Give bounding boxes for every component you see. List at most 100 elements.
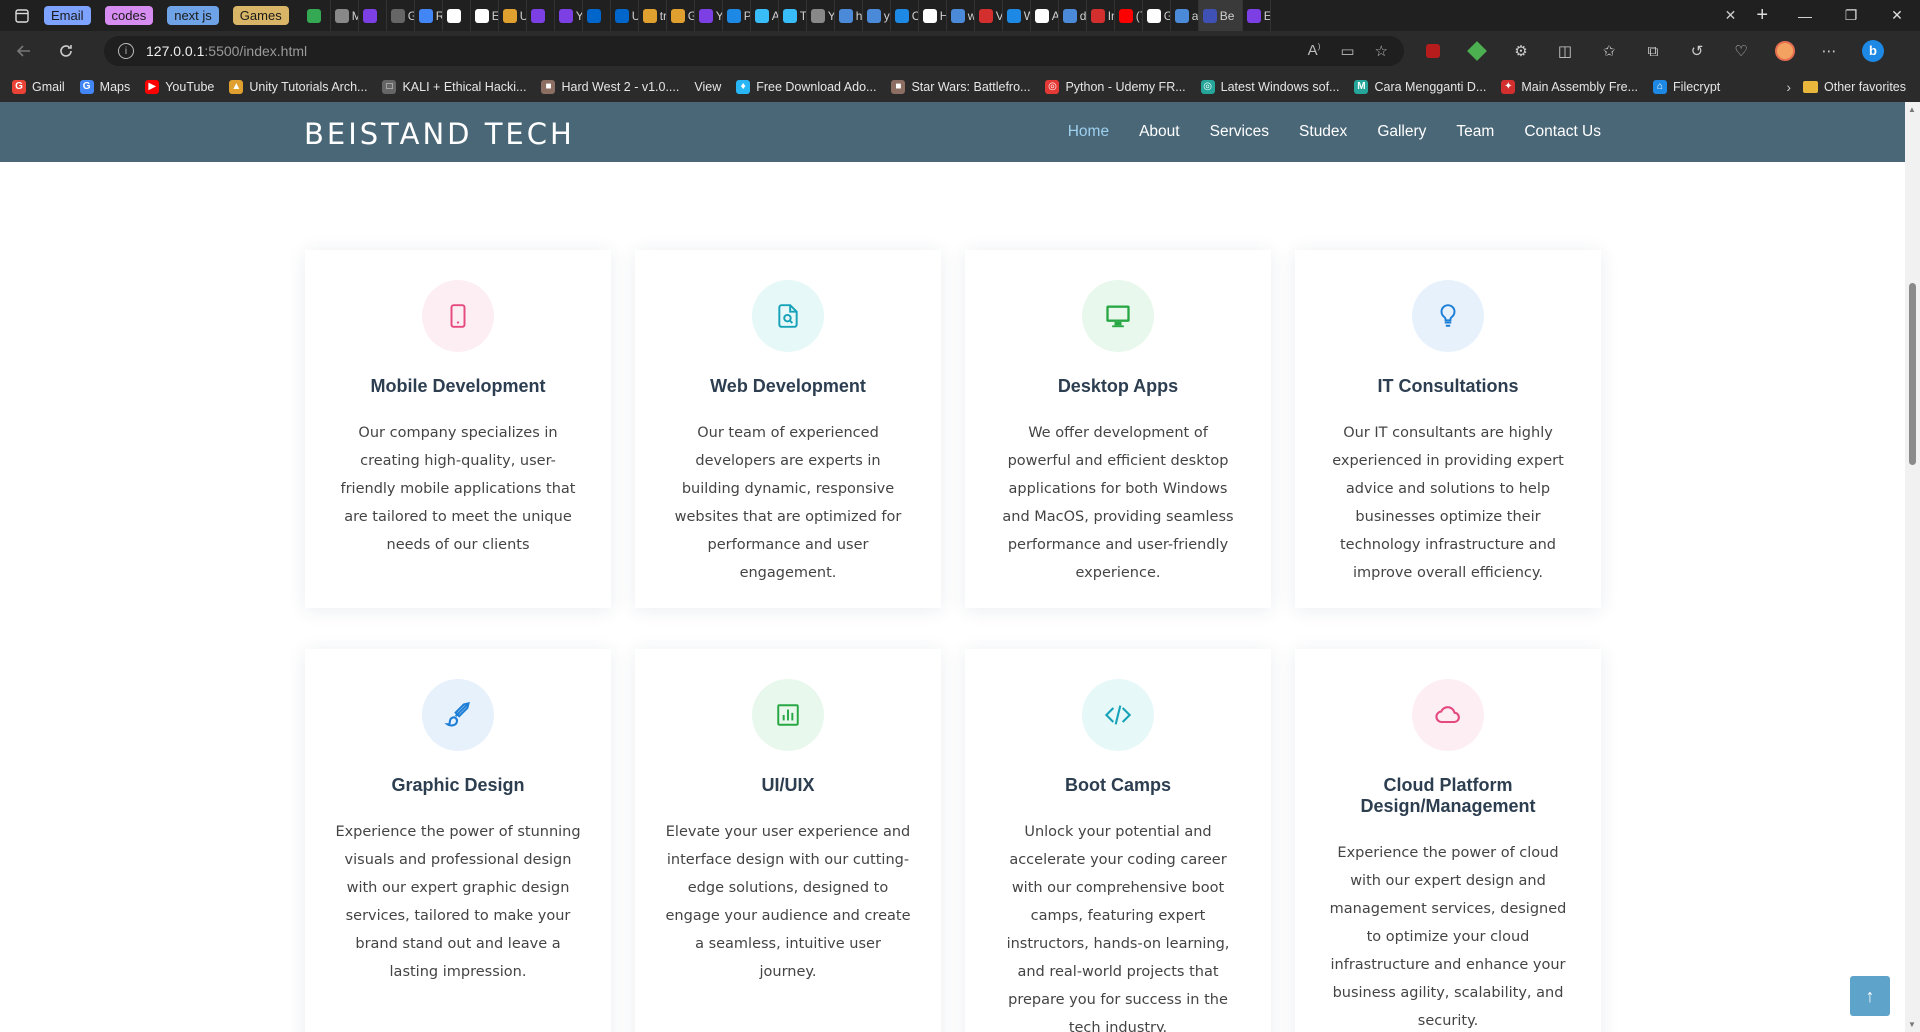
browser-tab[interactable]: (7 — [1115, 0, 1143, 31]
restore-button[interactable]: ❐ — [1828, 0, 1874, 31]
browser-tab[interactable]: hc — [835, 0, 863, 31]
collections-icon[interactable]: ⧉ — [1638, 36, 1668, 66]
browser-tab[interactable]: wi — [947, 0, 975, 31]
performance-heart-icon[interactable]: ♡ — [1726, 36, 1756, 66]
more-menu-icon[interactable]: ⋯ — [1814, 36, 1844, 66]
extension-icon[interactable] — [1462, 36, 1492, 66]
url-host: 127.0.0.1 — [146, 43, 205, 59]
browser-tab[interactable]: H — [919, 0, 947, 31]
scroll-to-top-button[interactable]: ↑ — [1850, 976, 1890, 1016]
nav-link-contact-us[interactable]: Contact Us — [1524, 123, 1601, 141]
refresh-button[interactable] — [48, 33, 84, 69]
tab-title: In — [1107, 8, 1114, 23]
bookmark-item[interactable]: ⌂ Filecrypt — [1653, 79, 1720, 94]
browser-tab[interactable]: W — [1003, 0, 1031, 31]
bookmarks-overflow-icon[interactable]: › — [1786, 79, 1791, 95]
browser-tab[interactable]: yc — [863, 0, 891, 31]
bookmark-favicon: ◎ — [1200, 79, 1215, 94]
bookmark-item[interactable]: ♦ Free Download Ado... — [736, 79, 876, 94]
copilot-icon[interactable]: b — [1858, 36, 1888, 66]
tab-group-games[interactable]: Games — [232, 6, 289, 25]
browser-tab[interactable]: Re — [415, 0, 443, 31]
nav-link-about[interactable]: About — [1139, 123, 1180, 141]
browser-tab[interactable]: Yc — [695, 0, 723, 31]
browser-tab[interactable]: V — [975, 0, 1003, 31]
bookmark-label: Star Wars: Battlefro... — [911, 79, 1031, 94]
bookmark-item[interactable]: ■ Hard West 2 - v1.0.... — [541, 79, 679, 94]
bookmark-item[interactable]: M Cara Mengganti D... — [1354, 79, 1486, 94]
browser-tab[interactable]: Pr — [723, 0, 751, 31]
browser-tab[interactable]: In — [1087, 0, 1115, 31]
back-button[interactable] — [6, 33, 42, 69]
profile-avatar[interactable] — [1770, 36, 1800, 66]
tab-group-email[interactable]: Email — [44, 6, 91, 25]
browser-tab[interactable]: Yc — [555, 0, 583, 31]
favorite-star-icon[interactable]: ☆ — [1375, 42, 1388, 60]
browser-tab[interactable]: UI — [611, 0, 639, 31]
tab-group-next-js[interactable]: next js — [167, 6, 219, 25]
ublock-extension-icon[interactable] — [1418, 36, 1448, 66]
close-window-button[interactable]: ✕ — [1874, 0, 1920, 31]
url-field[interactable]: i 127.0.0.1:5500/index.html A) ▭ ☆ — [104, 36, 1404, 66]
browser-tab[interactable]: Er — [1243, 0, 1271, 31]
scrollbar-thumb[interactable] — [1909, 283, 1916, 465]
nav-link-studex[interactable]: Studex — [1299, 123, 1347, 141]
minimize-button[interactable]: — — [1782, 0, 1828, 31]
scroll-up-icon[interactable]: ▲ — [1908, 105, 1916, 114]
immersive-reader-icon[interactable]: ▭ — [1340, 42, 1354, 60]
scroll-down-icon[interactable]: ▼ — [1908, 1020, 1916, 1029]
bookmark-item[interactable]: ◎ Python - Udemy FR... — [1045, 79, 1186, 94]
browser-tab[interactable] — [527, 0, 555, 31]
bookmark-item[interactable]: ▲ Unity Tutorials Arch... — [229, 79, 367, 94]
browser-tab[interactable] — [359, 0, 387, 31]
history-icon[interactable]: ↺ — [1682, 36, 1712, 66]
new-tab-button[interactable]: + — [1742, 4, 1782, 27]
tab-actions-icon[interactable] — [0, 0, 44, 31]
browser-tab[interactable]: YC — [807, 0, 835, 31]
split-screen-icon[interactable]: ◫ — [1550, 36, 1580, 66]
site-info-icon[interactable]: i — [118, 43, 134, 59]
tab-title: Yc — [716, 9, 722, 23]
other-favorites-folder[interactable]: Other favorites — [1803, 80, 1906, 94]
bookmark-item[interactable]: View — [694, 80, 721, 94]
site-logo[interactable]: BEISTAND TECH — [304, 117, 575, 151]
read-aloud-icon[interactable]: A) — [1308, 42, 1321, 60]
bookmark-item[interactable]: G Maps — [79, 79, 130, 94]
nav-link-home[interactable]: Home — [1068, 123, 1109, 141]
browser-tab[interactable]: Tr — [779, 0, 807, 31]
tab-group-codes[interactable]: codes — [104, 6, 154, 25]
nav-link-gallery[interactable]: Gallery — [1377, 123, 1426, 141]
nav-link-services[interactable]: Services — [1210, 123, 1269, 141]
close-tab-icon[interactable]: ✕ — [1719, 7, 1743, 24]
bookmark-item[interactable]: □ KALI + Ethical Hacki... — [382, 79, 526, 94]
bookmark-item[interactable]: ■ Star Wars: Battlefro... — [891, 79, 1031, 94]
browser-tab[interactable]: ac — [1171, 0, 1199, 31]
tab-favicon — [306, 8, 321, 23]
extensions-puzzle-icon[interactable]: ⚙ — [1506, 36, 1536, 66]
browser-tab[interactable]: Gi — [387, 0, 415, 31]
browser-tab[interactable]: Gi — [667, 0, 695, 31]
services-grid: Mobile Development Our company specializ… — [305, 250, 1601, 1032]
favorites-icon[interactable]: ✩ — [1594, 36, 1624, 66]
page-scrollbar[interactable]: ▲ ▼ — [1905, 102, 1920, 1032]
tab-favicon — [1202, 8, 1217, 23]
browser-tab[interactable] — [443, 0, 471, 31]
bookmark-item[interactable]: G Gmail — [12, 79, 65, 94]
browser-tab[interactable]: Be — [1198, 0, 1243, 31]
browser-tab[interactable]: da — [1059, 0, 1087, 31]
browser-tab[interactable]: G — [1143, 0, 1171, 31]
bookmark-item[interactable]: ◎ Latest Windows sof... — [1200, 79, 1339, 94]
bookmark-item[interactable]: ✦ Main Assembly Fre... — [1501, 79, 1638, 94]
browser-tab[interactable] — [303, 0, 331, 31]
browser-tab[interactable] — [583, 0, 611, 31]
browser-tab[interactable]: Ec — [471, 0, 499, 31]
nav-link-team[interactable]: Team — [1456, 123, 1494, 141]
browser-tab[interactable]: Al — [1031, 0, 1059, 31]
browser-tab[interactable]: Ar — [751, 0, 779, 31]
bookmark-item[interactable]: ▶ YouTube — [145, 79, 214, 94]
browser-tab[interactable]: Ui — [499, 0, 527, 31]
browser-tab[interactable]: Cr — [891, 0, 919, 31]
browser-tab[interactable]: tr — [639, 0, 667, 31]
browser-tab[interactable]: M — [331, 0, 359, 31]
tab-title: Re — [436, 9, 442, 23]
